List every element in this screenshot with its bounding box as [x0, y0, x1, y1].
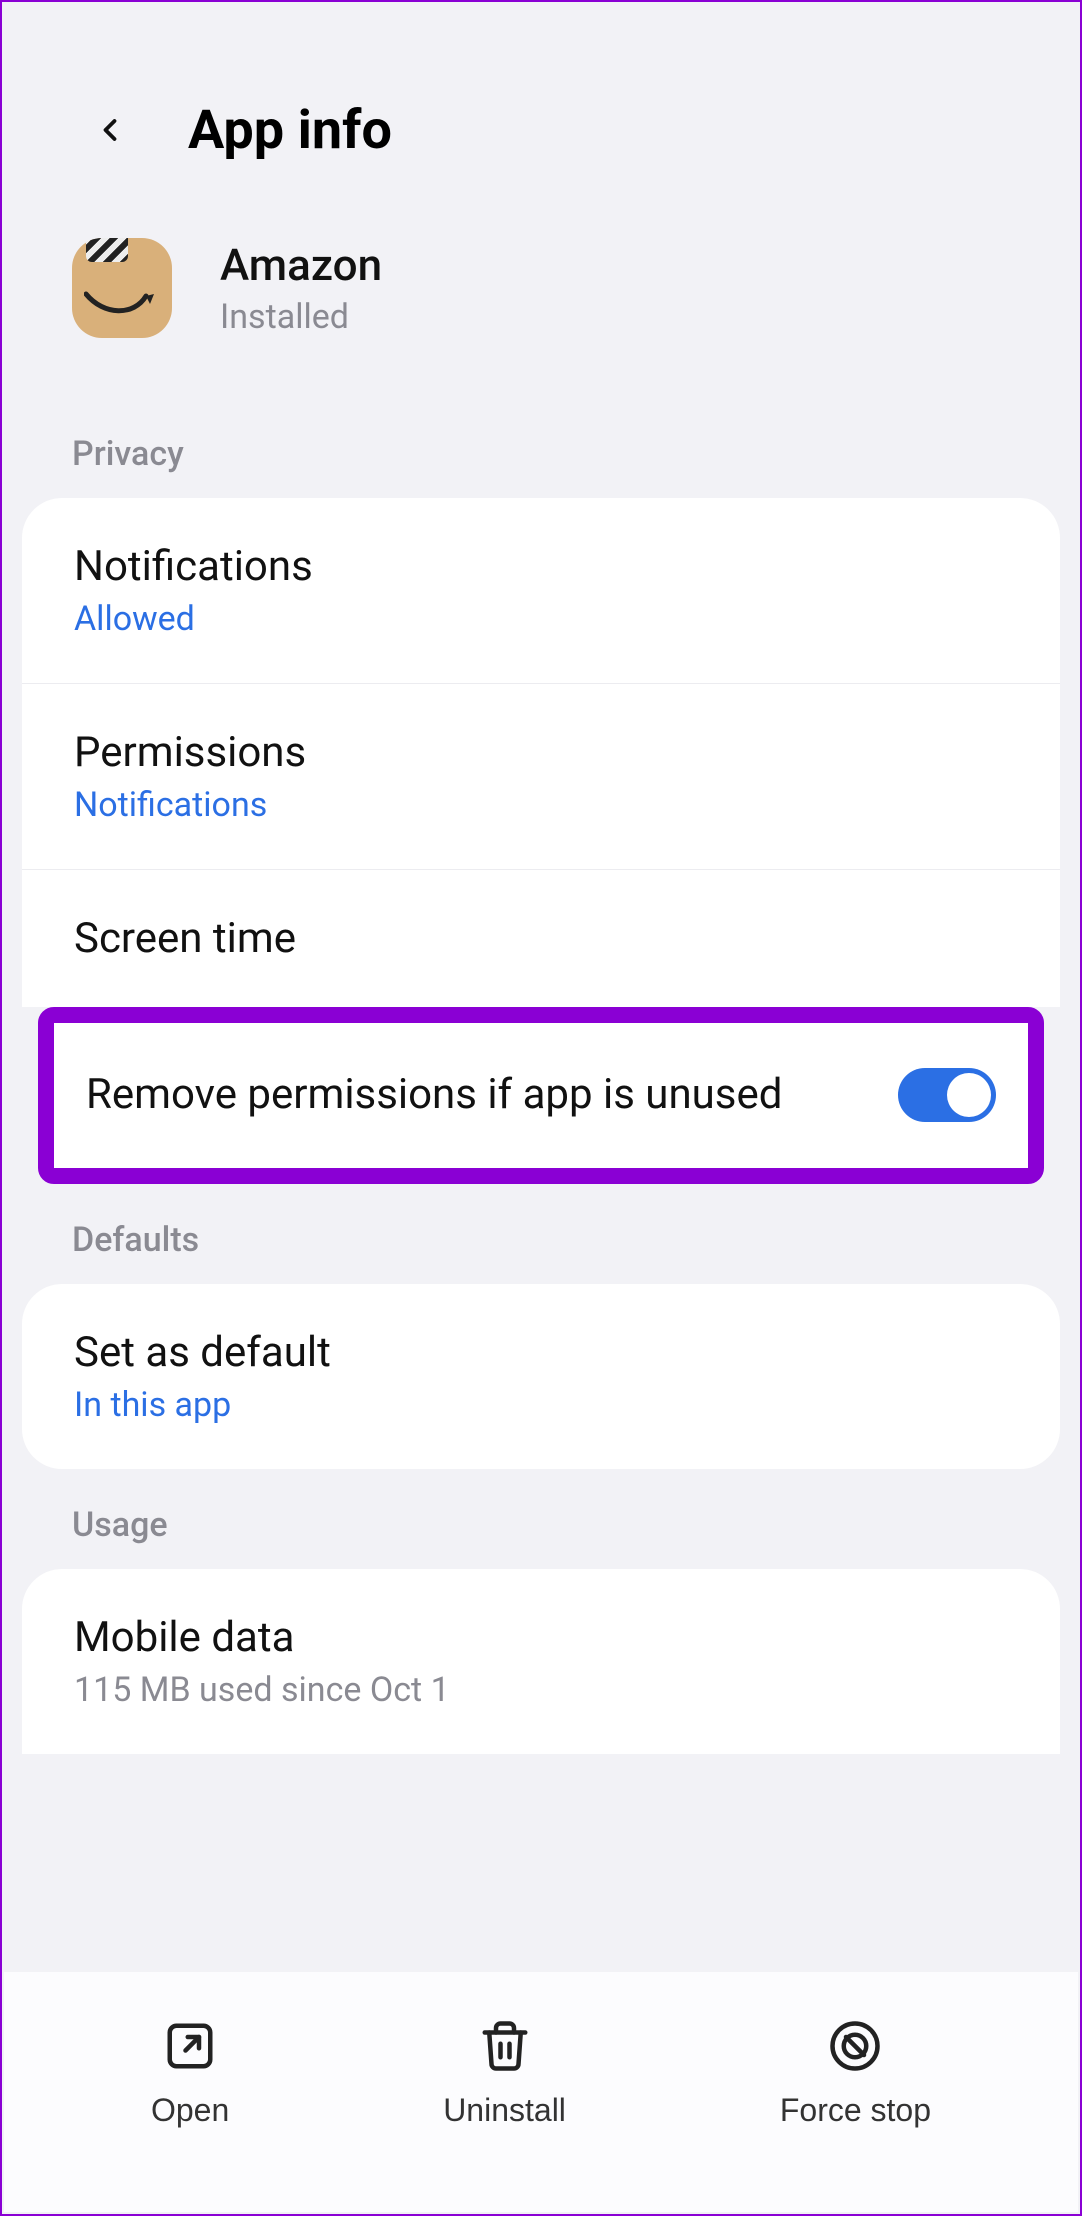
- section-privacy-label: Privacy: [2, 398, 1080, 498]
- row-remove-permissions[interactable]: Remove permissions if app is unused: [54, 1023, 1028, 1168]
- stop-icon: [825, 2016, 885, 2076]
- privacy-card: Notifications Allowed Permissions Notifi…: [22, 498, 1060, 1007]
- toggle-knob: [947, 1073, 991, 1117]
- row-title: Mobile data: [74, 1613, 1008, 1662]
- row-title: Notifications: [74, 542, 1008, 591]
- row-title: Screen time: [74, 914, 1008, 963]
- chevron-left-icon: [80, 100, 140, 160]
- row-permissions[interactable]: Permissions Notifications: [22, 684, 1060, 870]
- row-sub: 115 MB used since Oct 1: [74, 1670, 1008, 1710]
- row-screen-time[interactable]: Screen time: [22, 870, 1060, 1007]
- row-title: Permissions: [74, 728, 1008, 777]
- app-icon: [72, 238, 172, 338]
- row-sub: In this app: [74, 1385, 1008, 1425]
- section-usage-label: Usage: [2, 1469, 1080, 1569]
- row-sub: Allowed: [74, 599, 1008, 639]
- force-stop-label: Force stop: [780, 2092, 931, 2129]
- row-set-default[interactable]: Set as default In this app: [22, 1284, 1060, 1469]
- trash-icon: [475, 2016, 535, 2076]
- uninstall-label: Uninstall: [443, 2092, 566, 2129]
- uninstall-button[interactable]: Uninstall: [443, 2016, 566, 2129]
- row-sub: Notifications: [74, 785, 1008, 825]
- force-stop-button[interactable]: Force stop: [780, 2016, 931, 2129]
- open-label: Open: [151, 2092, 229, 2129]
- app-status: Installed: [220, 297, 382, 337]
- row-title: Remove permissions if app is unused: [86, 1067, 874, 1124]
- usage-card: Mobile data 115 MB used since Oct 1: [22, 1569, 1060, 1754]
- app-name: Amazon: [220, 239, 382, 291]
- row-remove-permissions-highlight: Remove permissions if app is unused: [38, 1007, 1044, 1184]
- open-button[interactable]: Open: [151, 2016, 229, 2129]
- section-defaults-label: Defaults: [2, 1184, 1080, 1284]
- app-summary: Amazon Installed: [2, 208, 1080, 398]
- row-notifications[interactable]: Notifications Allowed: [22, 498, 1060, 684]
- row-title: Set as default: [74, 1328, 1008, 1377]
- back-button[interactable]: [72, 92, 148, 168]
- defaults-card: Set as default In this app: [22, 1284, 1060, 1469]
- open-icon: [160, 2016, 220, 2076]
- row-mobile-data[interactable]: Mobile data 115 MB used since Oct 1: [22, 1569, 1060, 1754]
- page-title: App info: [188, 99, 392, 162]
- bottom-action-bar: Open Uninstall Force stop: [4, 1972, 1078, 2212]
- remove-permissions-toggle[interactable]: [898, 1068, 996, 1122]
